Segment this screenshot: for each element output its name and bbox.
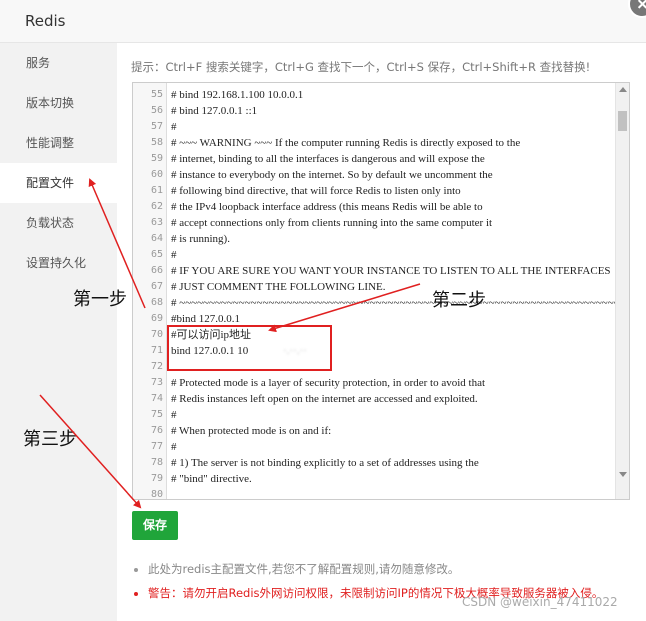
line-number: 63 <box>150 217 163 228</box>
config-note-text: 此处为redis主配置文件,若您不了解配置规则,请勿随意修改。 <box>148 562 460 576</box>
line-number: 72 <box>150 361 163 372</box>
line-text: # 1) The server is not binding explicitl… <box>171 457 479 469</box>
save-button[interactable]: 保存 <box>132 511 178 540</box>
line-number: 79 <box>150 473 163 484</box>
line-number: 65 <box>150 249 163 260</box>
line-text: # <box>171 409 177 421</box>
sidebar-item-config-file[interactable]: 配置文件 <box>0 163 117 203</box>
watermark: CSDN @weixin_47411022 <box>462 595 618 609</box>
bullet-icon <box>134 591 138 596</box>
annotation-step3: 第三步 <box>23 429 77 450</box>
dialog-title: Redis <box>25 12 66 30</box>
annotation-step2: 第二步 <box>432 290 486 311</box>
line-number: 66 <box>150 265 163 276</box>
line-number: 75 <box>150 409 163 420</box>
line-text: # ~~~ WARNING ~~~ If the computer runnin… <box>171 137 521 149</box>
line-number: 73 <box>150 377 163 388</box>
line-text: # bind 127.0.0.1 ::1 <box>171 105 258 117</box>
config-note: 此处为redis主配置文件,若您不了解配置规则,请勿随意修改。 <box>134 561 459 577</box>
bullet-icon <box>134 567 138 572</box>
line-text: # JUST COMMENT THE FOLLOWING LINE. <box>171 281 386 293</box>
line-number: 64 <box>150 233 163 244</box>
scroll-down-icon[interactable] <box>619 472 627 477</box>
scroll-thumb[interactable] <box>618 111 627 131</box>
line-number: 68 <box>150 297 163 308</box>
sidebar-item-load-status[interactable]: 负载状态 <box>0 203 117 243</box>
sidebar-item-performance[interactable]: 性能调整 <box>0 123 117 163</box>
line-number: 58 <box>150 137 163 148</box>
dialog-titlebar: Redis <box>0 0 646 43</box>
line-number: 70 <box>150 329 163 340</box>
line-number: 69 <box>150 313 163 324</box>
shortcut-hint: 提示：Ctrl+F 搜索关键字，Ctrl+G 查找下一个，Ctrl+S 保存，C… <box>131 60 591 74</box>
line-text: # When protected mode is on and if: <box>171 425 332 437</box>
line-number: 77 <box>150 441 163 452</box>
line-number: 80 <box>150 489 163 500</box>
sidebar-item-persistence[interactable]: 设置持久化 <box>0 243 117 283</box>
line-number: 57 <box>150 121 163 132</box>
editor-scrollbar[interactable] <box>615 83 629 499</box>
line-number: 78 <box>150 457 163 468</box>
line-number: 76 <box>150 425 163 436</box>
scroll-up-icon[interactable] <box>619 87 627 92</box>
line-text: # <box>171 249 177 261</box>
highlight-box <box>167 325 332 371</box>
line-number: 55 <box>150 89 163 100</box>
line-text: # IF YOU ARE SURE YOU WANT YOUR INSTANCE… <box>171 265 611 277</box>
sidebar-item-version[interactable]: 版本切换 <box>0 83 117 123</box>
config-editor[interactable]: 55 # bind 192.168.1.100 10.0.0.1 56 # bind … <box>132 82 630 500</box>
sidebar-item-service[interactable]: 服务 <box>0 43 117 83</box>
line-number: 62 <box>150 201 163 212</box>
line-text: # bind 192.168.1.100 10.0.0.1 <box>171 89 304 101</box>
line-text: # Protected mode is a layer of security … <box>171 377 486 389</box>
line-number: 59 <box>150 153 163 164</box>
sidebar: 服务 版本切换 性能调整 配置文件 负载状态 设置持久化 <box>0 43 117 621</box>
line-text: # ~~~~~~~~~~~~~~~~~~~~~~~~~~~~~~~~~~~~~~… <box>171 297 630 309</box>
line-text: # <box>171 441 177 453</box>
line-number: 60 <box>150 169 163 180</box>
line-number: 71 <box>150 345 163 356</box>
line-number: 67 <box>150 281 163 292</box>
line-number: 56 <box>150 105 163 116</box>
line-text: # accept connections only from clients r… <box>171 217 493 229</box>
line-text: # <box>171 121 177 133</box>
line-text: # the IPv4 loopback interface address (t… <box>171 201 483 213</box>
line-text: # internet, binding to all the interface… <box>171 153 485 165</box>
line-number: 74 <box>150 393 163 404</box>
line-text: # following bind directive, that will fo… <box>171 185 461 197</box>
line-text: # instance to everybody on the internet.… <box>171 169 493 181</box>
annotation-step1: 第一步 <box>73 289 127 310</box>
line-text: # "bind" directive. <box>171 473 252 485</box>
line-text: # is running). <box>171 233 230 245</box>
line-text: # Redis instances left open on the inter… <box>171 393 478 405</box>
line-number: 61 <box>150 185 163 196</box>
